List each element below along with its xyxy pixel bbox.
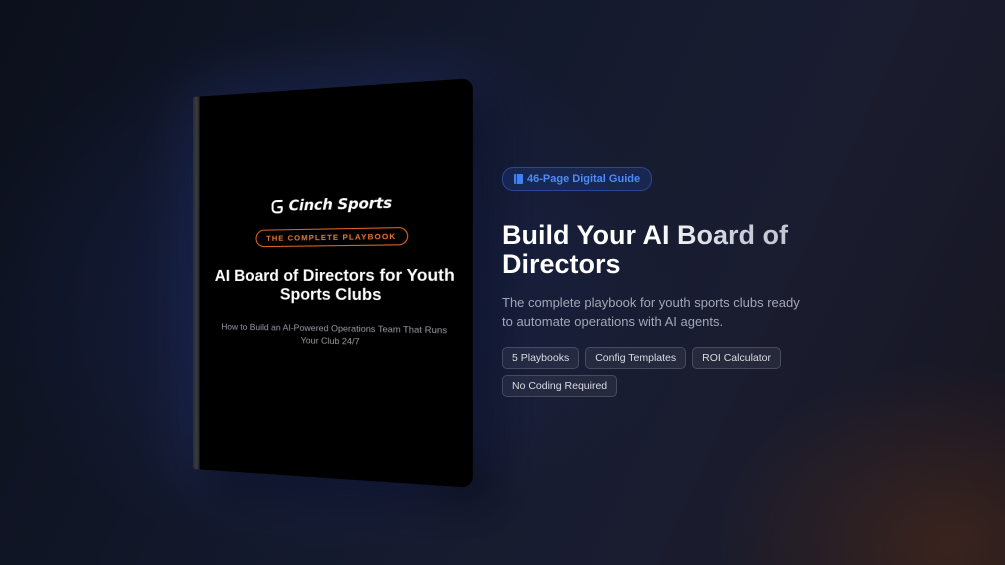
feature-tag: Config Templates xyxy=(585,347,687,369)
guide-badge-label: 46-Page Digital Guide xyxy=(527,173,641,185)
book-cover: Cinch Sports THE COMPLETE PLAYBOOK AI Bo… xyxy=(193,78,473,488)
book-title: AI Board of Directors for Youth Sports C… xyxy=(214,266,455,305)
book-cover-mockup: Cinch Sports THE COMPLETE PLAYBOOK AI Bo… xyxy=(193,78,473,488)
playbook-label: THE COMPLETE PLAYBOOK xyxy=(255,226,409,248)
book-subtitle: How to Build an AI-Powered Operations Te… xyxy=(221,321,448,347)
brand-logo: Cinch Sports xyxy=(270,195,392,215)
book-cover-content: Cinch Sports THE COMPLETE PLAYBOOK AI Bo… xyxy=(200,78,473,488)
feature-tag: 5 Playbooks xyxy=(502,347,580,369)
hero-section: Cinch Sports THE COMPLETE PLAYBOOK AI Bo… xyxy=(0,0,1005,565)
feature-tag: ROI Calculator xyxy=(692,347,781,369)
book-icon xyxy=(514,174,523,184)
guide-badge: 46-Page Digital Guide xyxy=(502,167,653,191)
brand-name: Cinch Sports xyxy=(288,195,392,215)
page-description: The complete playbook for youth sports c… xyxy=(502,295,800,329)
feature-tags: 5 Playbooks Config Templates ROI Calcula… xyxy=(502,347,802,397)
book-spine xyxy=(193,96,200,470)
feature-tag: No Coding Required xyxy=(502,375,618,397)
cinch-logo-icon xyxy=(270,198,284,215)
page-title: Build Your AI Board of Directors xyxy=(502,221,832,279)
